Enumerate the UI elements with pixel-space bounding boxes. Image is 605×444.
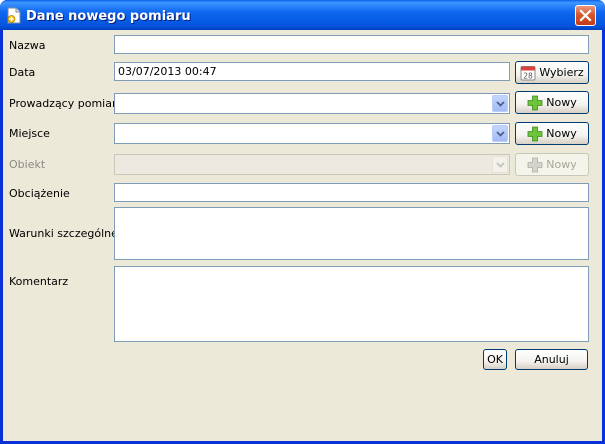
dialog-content: Nazwa Data 03/07/2013 00:47 28 Wybierz P… [3,30,602,441]
miejsce-label: Miejsce [9,127,50,140]
warunki-textarea[interactable] [114,207,589,260]
nazwa-label: Nazwa [9,39,46,52]
close-icon [579,9,592,22]
komentarz-textarea[interactable] [114,266,589,342]
nowy-miejsce-label: Nowy [546,127,577,140]
prowadzacy-label: Prowadzący pomiary [9,97,123,110]
nazwa-input[interactable] [114,35,589,54]
data-label: Data [9,66,36,79]
obciazenie-label: Obciążenie [9,187,70,200]
nowy-miejsce-button[interactable]: Nowy [515,122,589,145]
data-input[interactable]: 03/07/2013 00:47 [114,62,510,81]
warunki-label: Warunki szczególne [9,227,118,240]
wybierz-label: Wybierz [539,66,584,79]
nowy-obiekt-label: Nowy [546,158,577,171]
close-button[interactable] [575,5,596,26]
chevron-down-icon [496,101,505,107]
green-plus-icon [527,95,543,111]
obiekt-combobox[interactable] [114,154,510,175]
nowy-prowadzacy-button[interactable]: Nowy [515,91,589,114]
cancel-label: Anuluj [534,353,569,366]
komentarz-label: Komentarz [9,275,69,288]
svg-text:28: 28 [524,71,534,80]
ok-button[interactable]: OK [483,349,507,370]
calendar-icon: 28 [520,65,536,81]
new-document-icon [7,7,21,24]
wybierz-button[interactable]: 28 Wybierz [515,61,589,84]
prowadzacy-dropdown-button[interactable] [492,95,508,112]
chevron-down-icon [496,162,505,168]
window-title: Dane nowego pomiaru [26,9,191,24]
cancel-button[interactable]: Anuluj [515,349,588,370]
miejsce-dropdown-button[interactable] [492,125,508,142]
obiekt-label: Obiekt [9,158,46,171]
prowadzacy-combobox[interactable] [114,93,510,114]
ok-label: OK [487,353,503,366]
green-plus-icon [527,157,543,173]
nowy-obiekt-button[interactable]: Nowy [515,153,589,176]
obiekt-dropdown-button[interactable] [492,156,508,173]
obciazenie-input[interactable] [114,183,589,202]
green-plus-icon [527,126,543,142]
nowy-prowadzacy-label: Nowy [546,96,577,109]
chevron-down-icon [496,131,505,137]
miejsce-combobox[interactable] [114,123,510,144]
title-bar[interactable]: Dane nowego pomiaru [0,0,605,30]
dialog-window: Dane nowego pomiaru Nazwa Data 03/07/201… [0,0,605,444]
